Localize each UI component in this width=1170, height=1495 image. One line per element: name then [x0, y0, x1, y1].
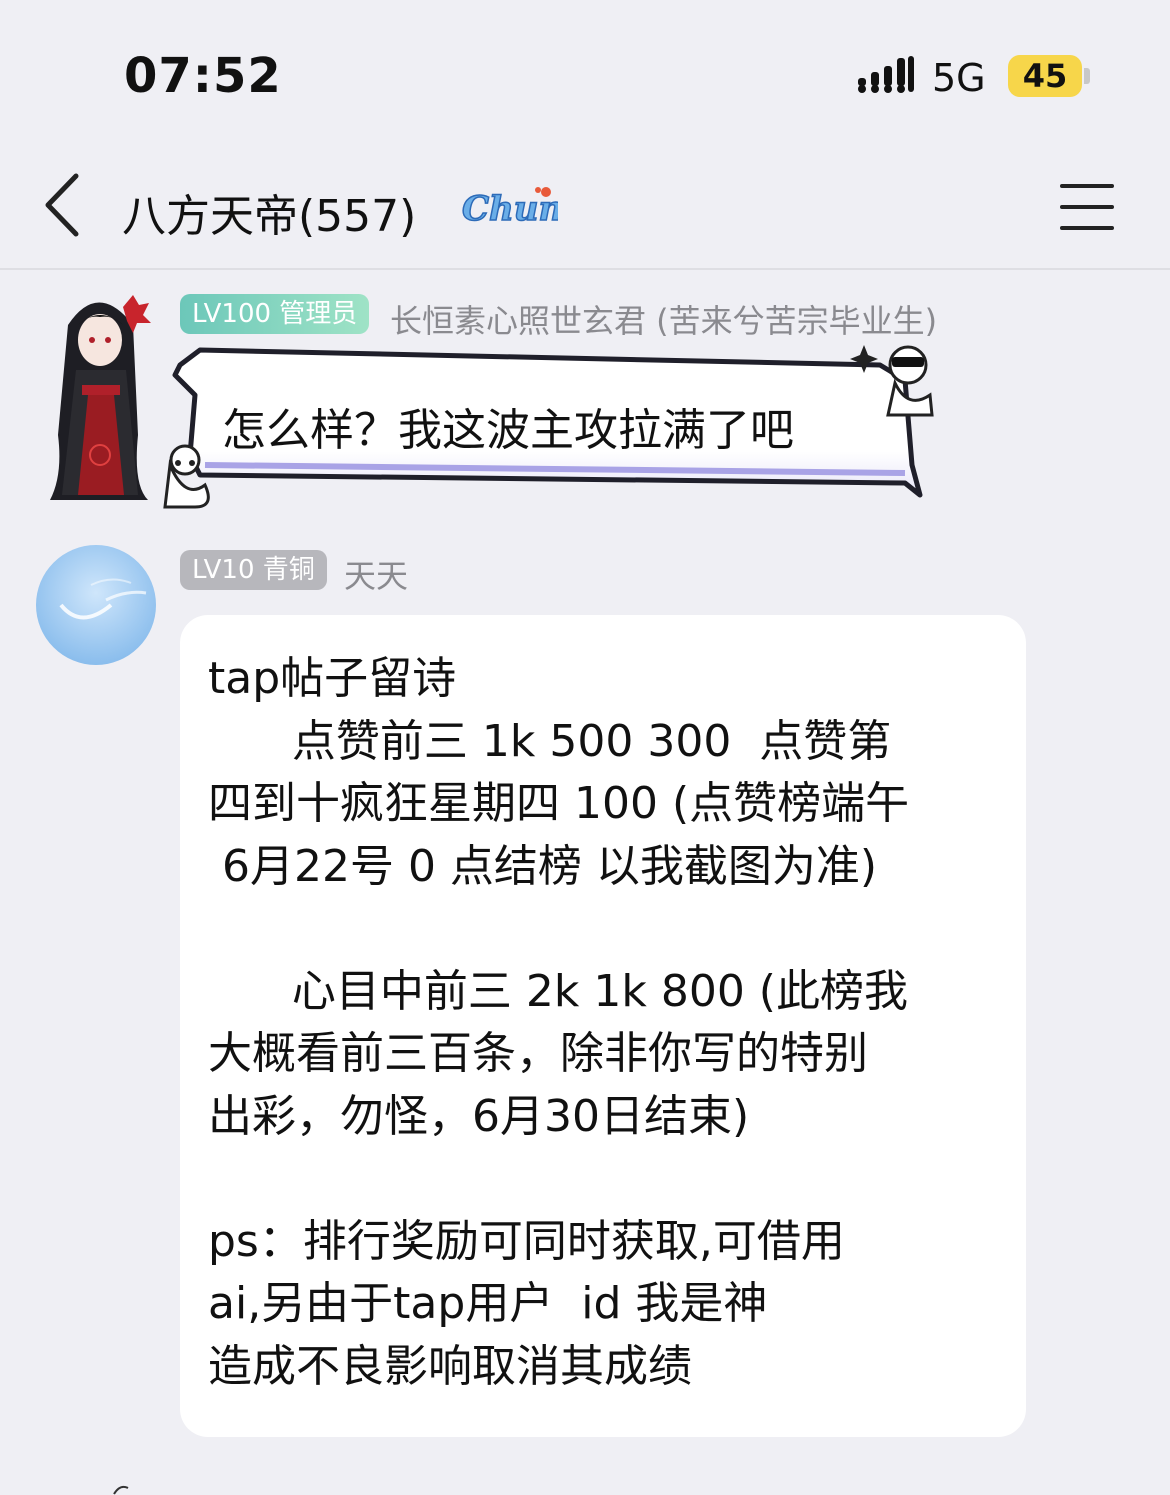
battery-icon: 45	[1008, 55, 1082, 97]
level-badge: LV10 青铜	[180, 550, 327, 590]
status-bar: 07:52 5G 45	[0, 0, 1170, 150]
next-message-hint-icon	[113, 1485, 129, 1495]
message-text: tap帖子留诗 点赞前三 1k 500 300 点赞第 四到十疯狂星期四 100…	[208, 653, 910, 1392]
battery-level: 45	[1022, 57, 1068, 95]
sky-avatar-image	[36, 545, 156, 665]
network-type: 5G	[932, 56, 986, 100]
brand-badge-icon: Chun	[461, 187, 558, 230]
avatar[interactable]	[36, 545, 156, 665]
battery-cap	[1084, 68, 1090, 84]
sender-name[interactable]: 天天	[344, 551, 408, 597]
chat-title[interactable]: 八方天帝(557)	[122, 180, 416, 244]
level-badge: LV100 管理员	[180, 294, 370, 334]
hamburger-menu-icon[interactable]	[1058, 182, 1116, 232]
avatar[interactable]	[38, 285, 158, 505]
signal-strength-icon	[858, 56, 914, 93]
status-time: 07:52	[124, 48, 282, 104]
message-text: 怎么样？我这波主攻拉满了吧	[222, 405, 794, 456]
chevron-left-icon[interactable]	[40, 170, 84, 240]
